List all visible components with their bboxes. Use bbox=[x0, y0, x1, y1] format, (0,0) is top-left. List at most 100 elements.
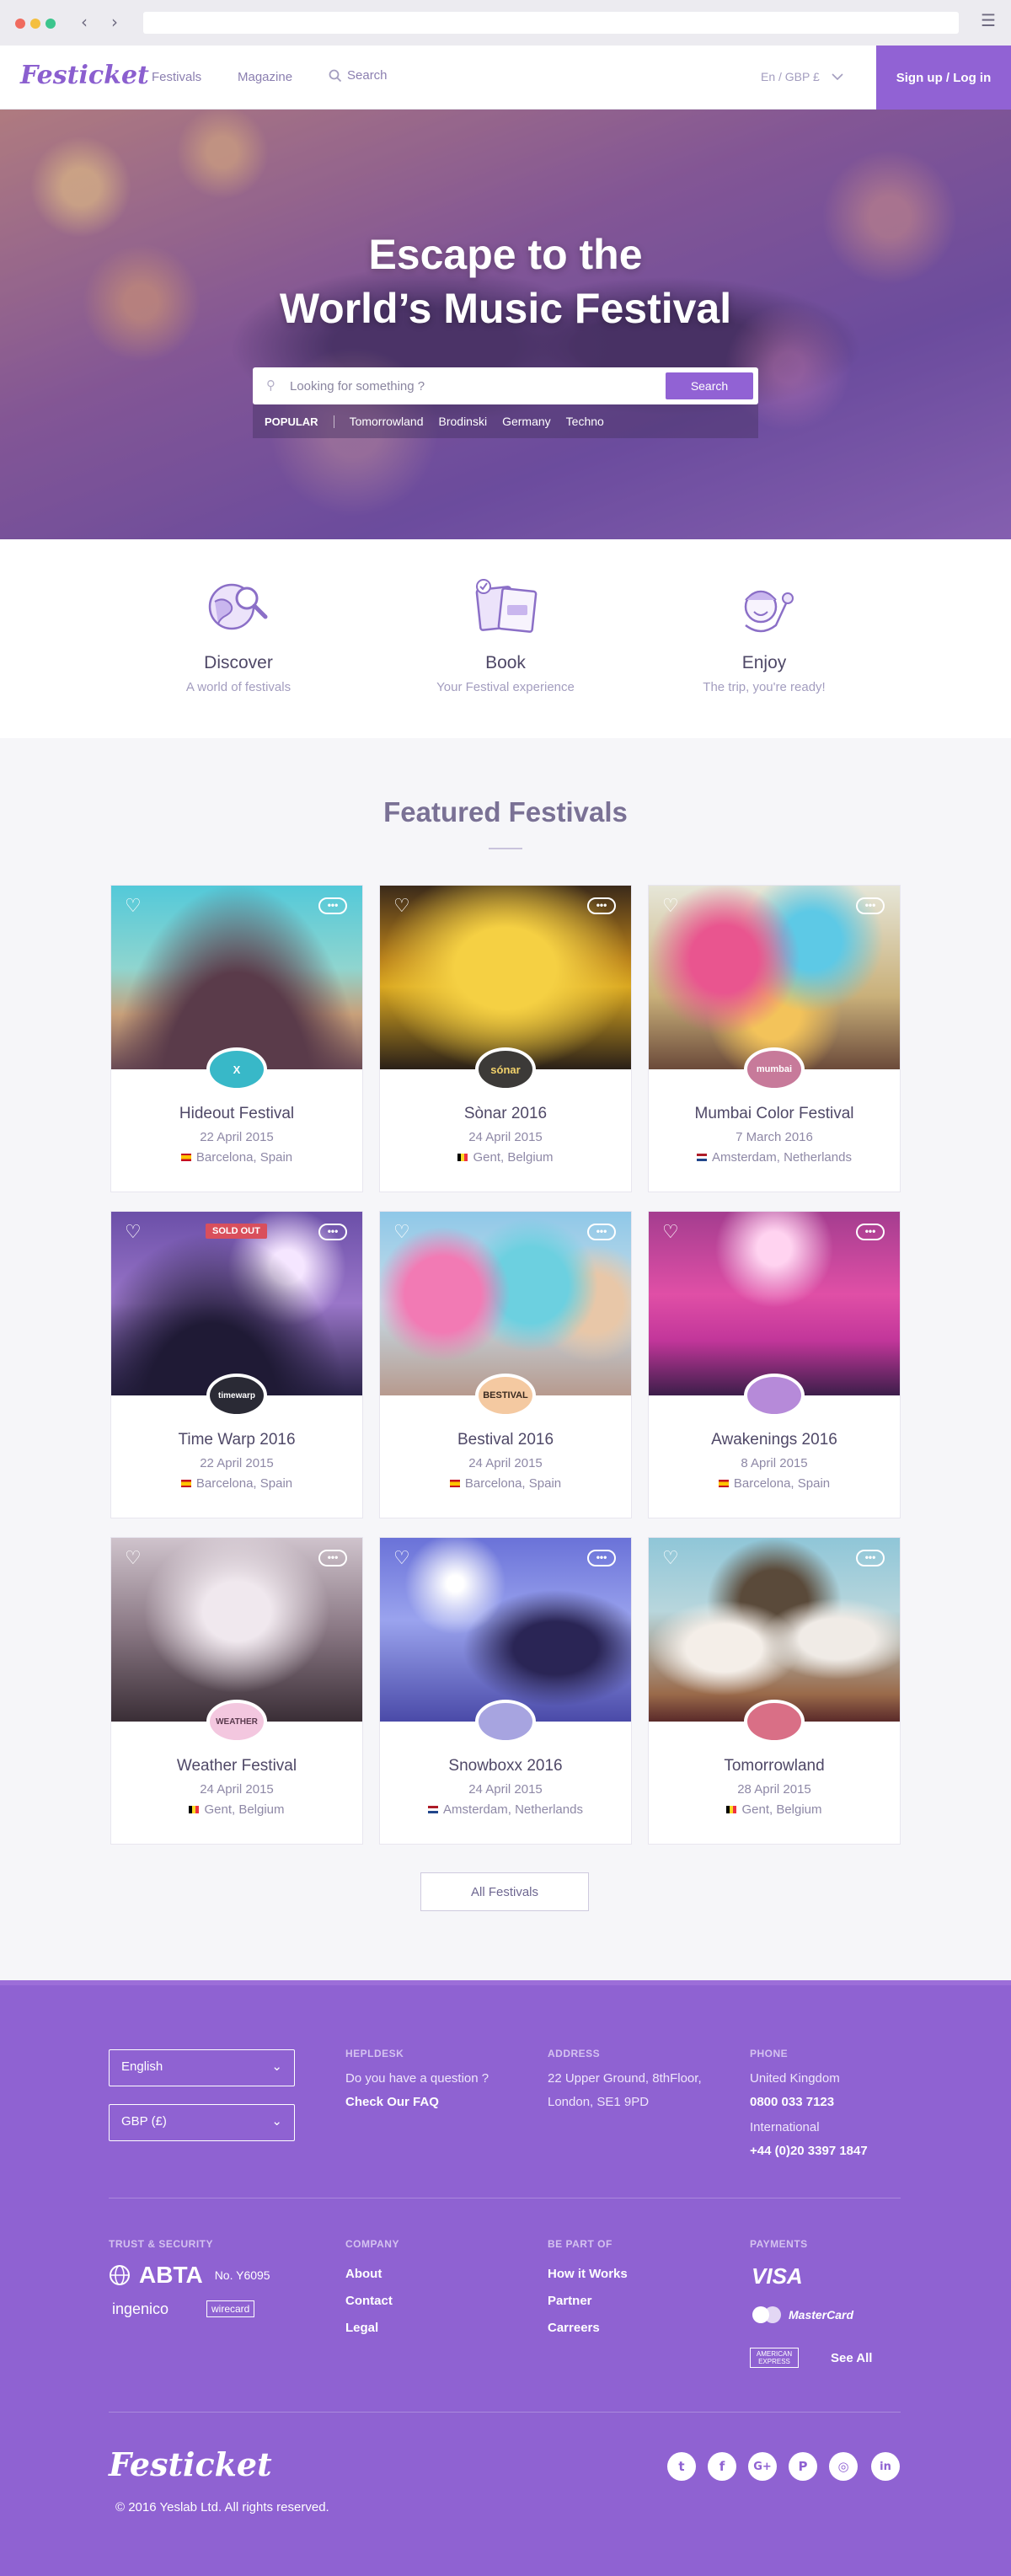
google-plus-icon[interactable]: G+ bbox=[748, 2452, 777, 2481]
festival-card[interactable]: ♡ ••• Awakenings 2016 8 April 2015 Barce… bbox=[648, 1211, 901, 1518]
pinterest-icon[interactable]: P bbox=[789, 2452, 817, 2481]
sold-out-badge: SOLD OUT bbox=[206, 1224, 267, 1239]
back-icon[interactable]: ‹ bbox=[81, 12, 88, 32]
footer-link-legal[interactable]: Legal bbox=[345, 2321, 378, 2335]
festival-card[interactable]: ♡ ••• BESTIVAL Bestival 2016 24 April 20… bbox=[379, 1211, 632, 1518]
search-icon: ⚲ bbox=[266, 378, 275, 393]
twitter-icon[interactable]: t bbox=[667, 2452, 696, 2481]
heart-icon[interactable]: ♡ bbox=[393, 1222, 410, 1243]
address-bar[interactable] bbox=[143, 12, 959, 34]
festival-location-text: Gent, Belgium bbox=[204, 1802, 285, 1817]
hero-search-input[interactable] bbox=[290, 376, 610, 396]
more-options-icon[interactable]: ••• bbox=[856, 1224, 885, 1240]
festival-name: Snowboxx 2016 bbox=[448, 1757, 563, 1775]
nav-magazine[interactable]: Magazine bbox=[238, 70, 292, 84]
popular-tag[interactable]: Brodinski bbox=[439, 415, 488, 428]
heart-icon[interactable]: ♡ bbox=[125, 1548, 142, 1569]
festival-name: Time Warp 2016 bbox=[178, 1431, 296, 1449]
nav-search-label: Search bbox=[347, 68, 388, 83]
linkedin-icon[interactable]: in bbox=[871, 2452, 900, 2481]
footer-link-how-it-works[interactable]: How it Works bbox=[548, 2267, 628, 2281]
language-currency-select[interactable]: En / GBP £ bbox=[761, 70, 843, 83]
instagram-icon[interactable]: ◎ bbox=[829, 2452, 858, 2481]
popular-tag[interactable]: Tomorrowland bbox=[350, 415, 424, 428]
browser-menu-icon[interactable]: ☰ bbox=[981, 10, 996, 30]
netherlands-flag-icon bbox=[428, 1806, 439, 1813]
title-divider bbox=[489, 848, 522, 849]
heart-icon[interactable]: ♡ bbox=[662, 1548, 679, 1569]
hero-title-line2: World’s Music Festival bbox=[279, 285, 732, 332]
search-icon bbox=[329, 69, 342, 82]
see-all-payments-link[interactable]: See All bbox=[831, 2351, 872, 2365]
festival-card[interactable]: ♡ ••• Snowboxx 2016 24 April 2015 Amster… bbox=[379, 1537, 632, 1845]
festival-card[interactable]: ♡ ••• WEATHER Weather Festival 24 April … bbox=[110, 1537, 363, 1845]
site-logo[interactable]: Festicket bbox=[20, 61, 149, 90]
footer-link-partner[interactable]: Partner bbox=[548, 2294, 592, 2308]
festival-location-text: Gent, Belgium bbox=[741, 1802, 822, 1817]
currency-select[interactable]: GBP (£) ⌄ bbox=[109, 2104, 295, 2141]
footer-logo[interactable]: Festicket bbox=[109, 2445, 272, 2483]
heart-icon[interactable]: ♡ bbox=[393, 896, 410, 917]
forward-icon[interactable]: › bbox=[111, 12, 118, 32]
site-footer: English ⌄ GBP (£) ⌄ HEPLDESK Do you have… bbox=[0, 1980, 1011, 2576]
more-options-icon[interactable]: ••• bbox=[318, 1550, 347, 1566]
facebook-icon[interactable]: f bbox=[708, 2452, 736, 2481]
footer-link-about[interactable]: About bbox=[345, 2267, 382, 2281]
hero-search-button[interactable]: Search bbox=[666, 372, 753, 399]
heart-icon[interactable]: ♡ bbox=[393, 1548, 410, 1569]
festival-location-text: Amsterdam, Netherlands bbox=[443, 1802, 583, 1817]
footer-link-contact[interactable]: Contact bbox=[345, 2294, 393, 2308]
spain-flag-icon bbox=[180, 1154, 191, 1161]
more-options-icon[interactable]: ••• bbox=[318, 1224, 347, 1240]
visa-logo: VISA bbox=[752, 2263, 803, 2289]
footer-link-careers[interactable]: Carreers bbox=[548, 2321, 600, 2335]
helpdesk-heading: HEPLDESK bbox=[345, 2048, 404, 2059]
close-window-button[interactable] bbox=[15, 19, 25, 29]
festival-card[interactable]: ♡ SOLD OUT ••• timewarp Time Warp 2016 2… bbox=[110, 1211, 363, 1518]
more-options-icon[interactable]: ••• bbox=[587, 1550, 616, 1566]
heart-icon[interactable]: ♡ bbox=[662, 1222, 679, 1243]
festival-card[interactable]: ♡ ••• Tomorrowland 28 April 2015 Gent, B… bbox=[648, 1537, 901, 1845]
festival-card[interactable]: ♡ ••• mumbai Mumbai Color Festival 7 Mar… bbox=[648, 885, 901, 1192]
language-select[interactable]: English ⌄ bbox=[109, 2049, 295, 2086]
festival-date: 28 April 2015 bbox=[737, 1782, 811, 1797]
popular-tag[interactable]: Germany bbox=[502, 415, 551, 428]
faq-link[interactable]: Check Our FAQ bbox=[345, 2095, 439, 2109]
minimize-window-button[interactable] bbox=[30, 19, 40, 29]
more-options-icon[interactable]: ••• bbox=[587, 897, 616, 914]
hero-title-line1: Escape to the bbox=[368, 231, 643, 278]
trust-heading: TRUST & SECURITY bbox=[109, 2238, 214, 2250]
heart-icon[interactable]: ♡ bbox=[125, 1222, 142, 1243]
festival-card[interactable]: ♡ ••• sónar Sònar 2016 24 April 2015 Gen… bbox=[379, 885, 632, 1192]
more-options-icon[interactable]: ••• bbox=[856, 897, 885, 914]
more-options-icon[interactable]: ••• bbox=[318, 897, 347, 914]
festival-logo-badge bbox=[744, 1700, 805, 1743]
hero-banner: Escape to the World’s Music Festival ⚲ S… bbox=[0, 110, 1011, 539]
copyright: © 2016 Yeslab Ltd. All rights reserved. bbox=[115, 2500, 329, 2514]
company-heading: COMPANY bbox=[345, 2238, 399, 2250]
festival-location: Gent, Belgium bbox=[649, 1802, 900, 1817]
phone-int-link[interactable]: +44 (0)20 3397 1847 bbox=[750, 2144, 868, 2158]
feature-book: Book Your Festival experience bbox=[379, 573, 632, 694]
festival-name: Tomorrowland bbox=[724, 1757, 825, 1775]
festival-location: Barcelona, Spain bbox=[111, 1150, 362, 1165]
mastercard-logo: MasterCard bbox=[750, 2306, 853, 2324]
phone-heading: PHONE bbox=[750, 2048, 789, 2059]
festival-logo-badge: sónar bbox=[475, 1047, 536, 1091]
more-options-icon[interactable]: ••• bbox=[856, 1550, 885, 1566]
window-controls bbox=[15, 19, 56, 29]
heart-icon[interactable]: ♡ bbox=[662, 896, 679, 917]
wirecard-logo: wirecard bbox=[206, 2300, 255, 2317]
phone-uk-link[interactable]: 0800 033 7123 bbox=[750, 2095, 834, 2109]
maximize-window-button[interactable] bbox=[45, 19, 56, 29]
popular-tag[interactable]: Techno bbox=[566, 415, 604, 428]
nav-search[interactable]: Search bbox=[329, 68, 388, 83]
more-options-icon[interactable]: ••• bbox=[587, 1224, 616, 1240]
all-festivals-button[interactable]: All Festivals bbox=[420, 1872, 589, 1911]
signup-login-button[interactable]: Sign up / Log in bbox=[876, 46, 1011, 110]
festival-date: 8 April 2015 bbox=[741, 1456, 808, 1470]
heart-icon[interactable]: ♡ bbox=[125, 896, 142, 917]
festival-card[interactable]: ♡ ••• X Hideout Festival 22 April 2015 B… bbox=[110, 885, 363, 1192]
nav-festivals[interactable]: Festivals bbox=[152, 70, 201, 84]
amex-logo: AMERICAN EXPRESS bbox=[750, 2348, 799, 2368]
